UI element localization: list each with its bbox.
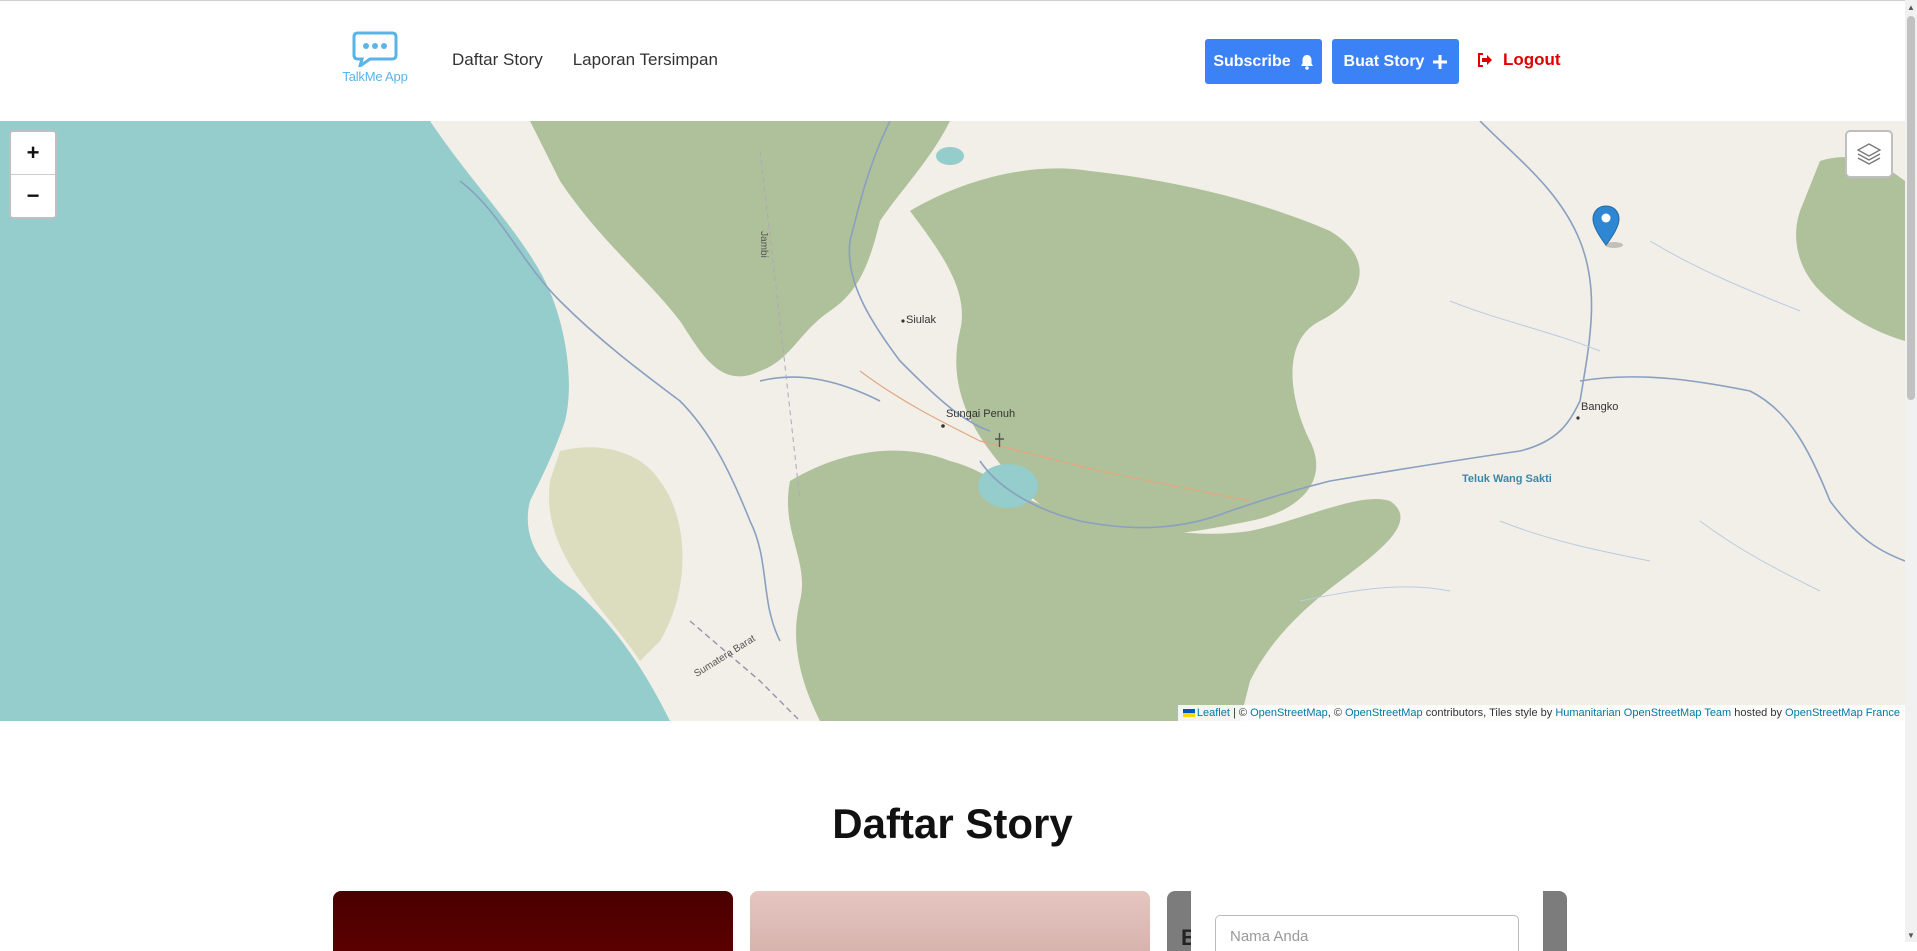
osm-link-2[interactable]: OpenStreetMap (1345, 707, 1423, 719)
nav-laporan-tersimpan[interactable]: Laporan Tersimpan (573, 50, 718, 70)
place-bangko: Bangko (1581, 401, 1619, 413)
scroll-down-arrow-icon[interactable]: ▼ (1905, 928, 1917, 942)
attribution-separator-2: , © (1327, 707, 1345, 719)
story-card[interactable] (333, 891, 733, 951)
name-input[interactable]: Nama Anda (1215, 915, 1519, 951)
place-teluk-wang-sakti: Teluk Wang Sakti (1462, 473, 1552, 485)
main-nav: Daftar Story Laporan Tersimpan (452, 50, 718, 70)
map-attribution: Leaflet | © OpenStreetMap, © OpenStreetM… (1177, 705, 1905, 721)
hot-link[interactable]: Humanitarian OpenStreetMap Team (1555, 707, 1731, 719)
app-header: TalkMe App Daftar Story Laporan Tersimpa… (0, 1, 1905, 121)
app-logo[interactable]: TalkMe App (335, 31, 415, 91)
attribution-text-1: contributors, Tiles style by (1422, 707, 1556, 719)
attribution-separator-1: | © (1229, 707, 1251, 719)
subscribe-button[interactable]: Subscribe (1205, 39, 1322, 84)
story-marker[interactable] (1592, 205, 1626, 254)
bell-icon (1300, 54, 1313, 70)
story-map[interactable]: Siulak Sungai Penuh Bangko Teluk Wang Sa… (0, 121, 1905, 721)
story-card[interactable]: B Nama Anda (1167, 891, 1567, 951)
zoom-control: + − (9, 130, 57, 219)
page-scrollbar[interactable]: ▲ ▼ (1905, 0, 1917, 942)
scroll-thumb[interactable] (1907, 16, 1915, 400)
story-card[interactable] (750, 891, 1150, 951)
zoom-in-button[interactable]: + (11, 132, 55, 175)
nav-daftar-story[interactable]: Daftar Story (452, 50, 543, 70)
place-siulak: Siulak (906, 314, 936, 326)
section-title: Daftar Story (832, 800, 1073, 847)
osm-link-1[interactable]: OpenStreetMap (1250, 707, 1328, 719)
chat-bubble-icon (352, 31, 398, 67)
attribution-text-2: hosted by (1731, 707, 1786, 719)
place-jambi: Jambi (757, 231, 769, 258)
logout-label: Logout (1503, 50, 1561, 69)
leaflet-link[interactable]: Leaflet (1197, 707, 1230, 719)
logo-text: TalkMe App (342, 69, 408, 84)
story-form-popup: Nama Anda (1191, 891, 1543, 951)
sign-out-icon (1478, 53, 1492, 67)
plus-icon (1433, 54, 1448, 69)
subscribe-label: Subscribe (1213, 52, 1291, 70)
osm-france-link[interactable]: OpenStreetMap France (1785, 707, 1900, 719)
scroll-up-arrow-icon[interactable]: ▲ (1905, 0, 1917, 14)
layers-control[interactable] (1845, 130, 1893, 178)
layers-icon (1856, 143, 1882, 165)
zoom-out-button[interactable]: − (11, 175, 55, 217)
create-story-label: Buat Story (1343, 52, 1425, 70)
create-story-button[interactable]: Buat Story (1332, 39, 1459, 84)
ukraine-flag-icon (1182, 709, 1195, 718)
map-marker-icon (1592, 205, 1623, 248)
logout-link[interactable]: Logout (1477, 50, 1561, 70)
place-sungai-penuh: Sungai Penuh (946, 408, 1016, 420)
